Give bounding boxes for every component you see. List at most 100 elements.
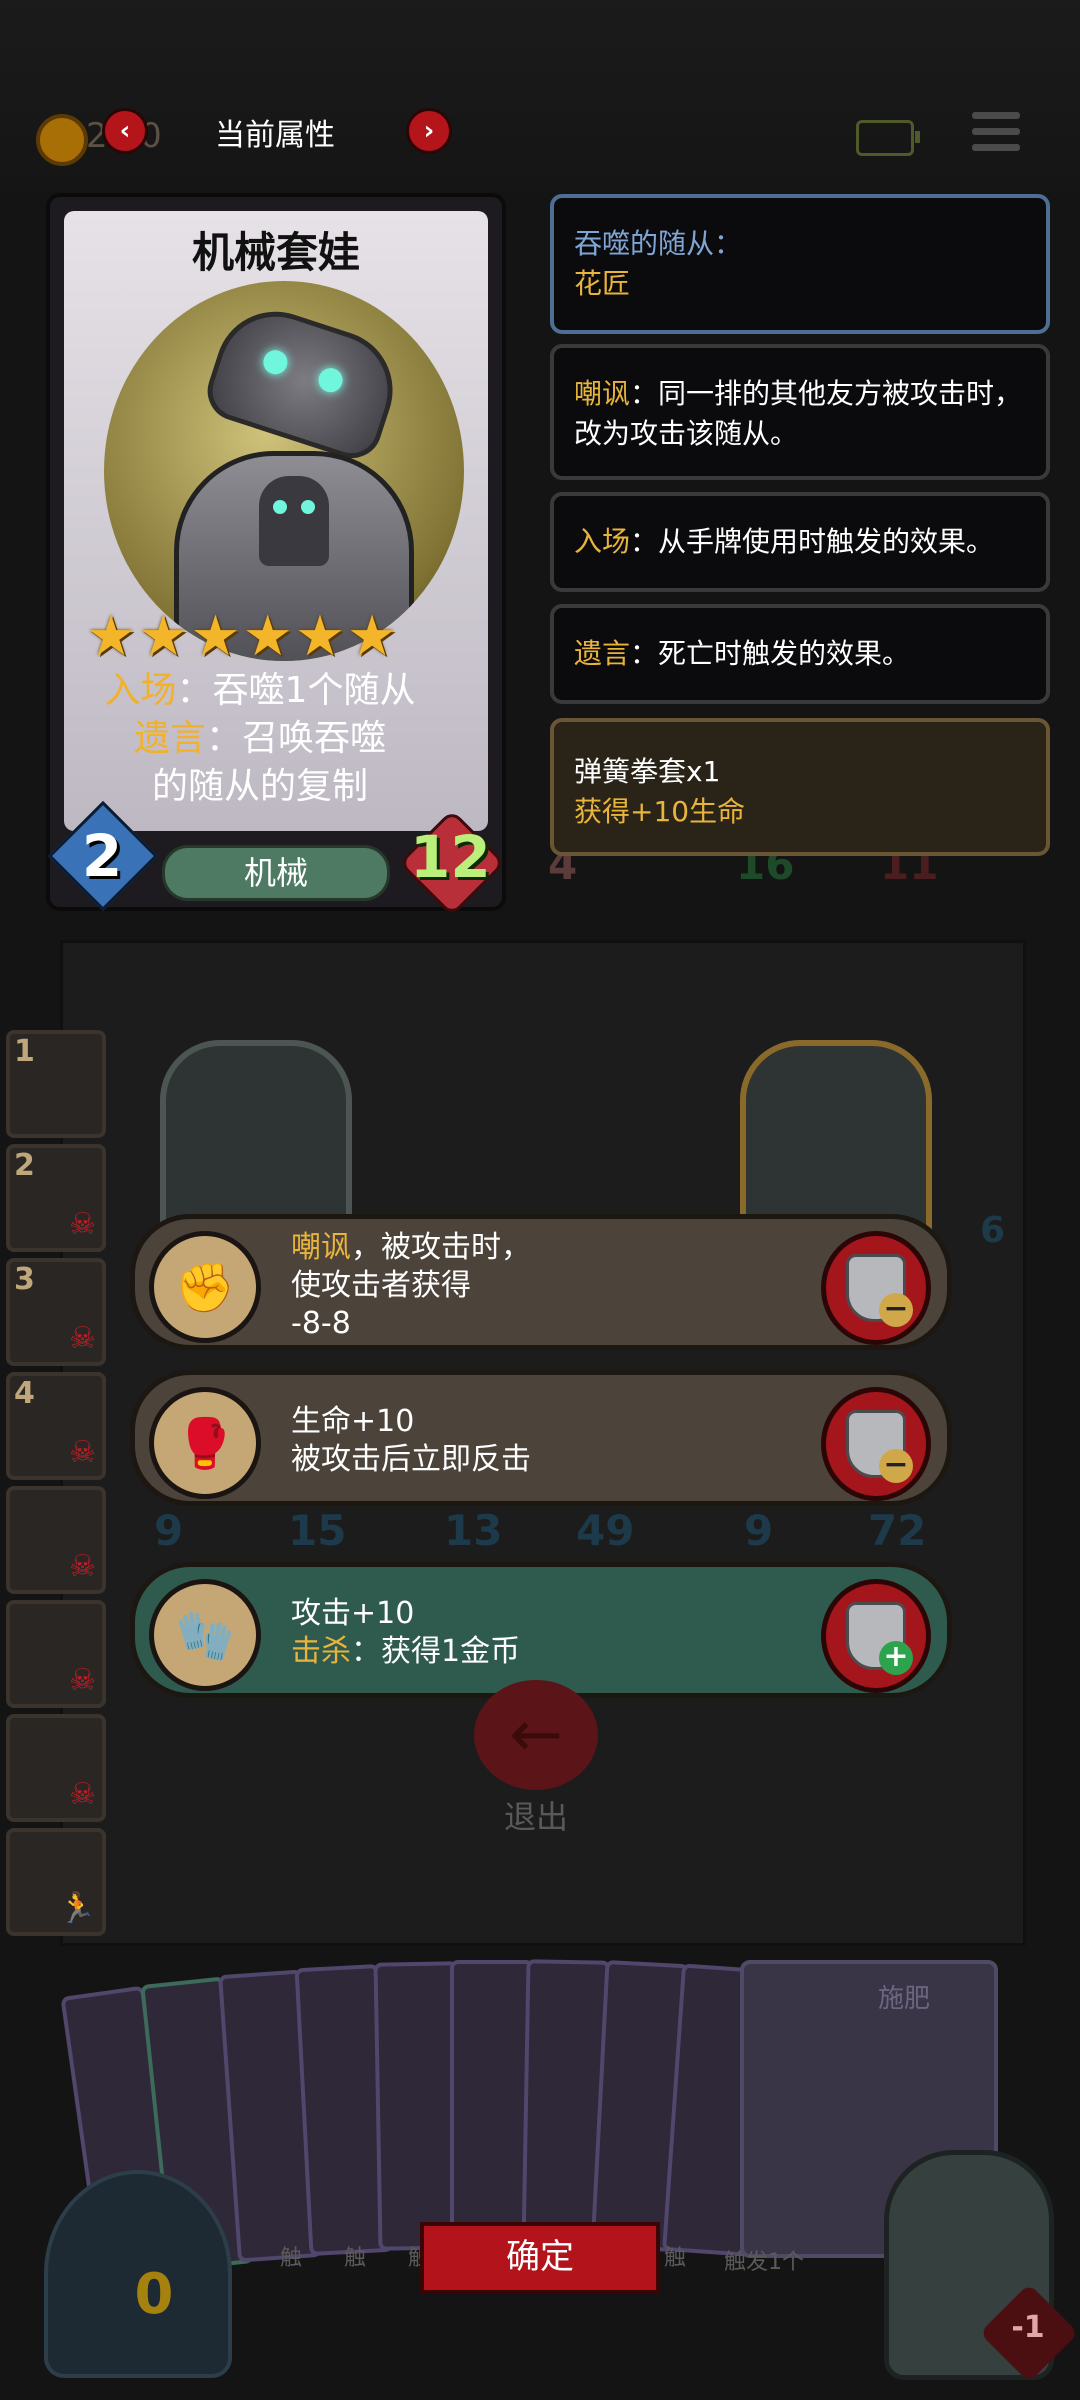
board-stat: 9 [744,1506,774,1555]
keyword: 遗言 [574,637,631,670]
spring-glove-icon: 🥊 [149,1387,261,1499]
boss-hp-value: -1 [1011,2310,1045,2345]
item-info-box: 弹簧拳套x1 获得+10生命 [550,718,1050,856]
plus-icon: + [879,1641,913,1675]
effect-line: 被攻击后立即反击 [291,1442,531,1477]
taunt-info-box: 嘲讽：同一排的其他友方被攻击时，改为攻击该随从。 [550,344,1050,480]
board-stat: 6 [980,1210,1006,1251]
run-icon: 🏃 [58,1891,96,1926]
battery-icon [856,120,920,156]
desc-text: ：召唤吞噬 [206,718,387,759]
add-effect-button[interactable]: + [821,1579,931,1693]
card-label: 触 [280,2246,303,2271]
keyword: 击杀 [291,1634,351,1669]
slot-3[interactable]: 3 ☠ [6,1258,106,1366]
next-arrow-button[interactable]: › [406,108,452,154]
deathrattle-info-box: 遗言：死亡时触发的效果。 [550,604,1050,704]
effect-line: 生命+10 [291,1404,415,1439]
skull-icon: ☠ [69,1321,96,1356]
board-stat: 15 [288,1506,347,1555]
effect-line: -8-8 [291,1306,351,1341]
prev-arrow-button[interactable]: ‹ [102,108,148,154]
skull-icon: ☠ [69,1777,96,1812]
slot-4[interactable]: 4 ☠ [6,1372,106,1480]
card-description: 入场：吞噬1个随从 遗言：召唤吞噬 的随从的复制 [70,667,450,811]
slot-2[interactable]: 2 ☠ [6,1144,106,1252]
board-stat: 72 [868,1506,927,1555]
item-effect: 获得+10生命 [574,795,746,828]
keyword: 入场 [574,525,631,558]
star-icon: ★ [86,604,137,669]
skull-icon: ☠ [69,1435,96,1470]
slot-number: 3 [14,1262,35,1297]
skull-icon: ☠ [69,1663,96,1698]
minus-icon: − [879,1449,913,1483]
attack-value: 2 [81,822,123,890]
remove-effect-button[interactable]: − [821,1387,931,1501]
star-icon: ★ [294,604,346,669]
confirm-button[interactable]: 确定 [420,2222,660,2294]
card-label: 触 [344,2246,367,2271]
effect-line: 攻击+10 [291,1596,415,1631]
exit-label: 退出 [503,1798,568,1836]
pot-value: 0 [134,2262,174,2327]
keyword: 入场 [104,670,177,711]
back-arrow-icon: ← [509,1698,563,1772]
effect-text: 生命+10 被攻击后立即反击 [291,1403,811,1479]
health-value: 12 [410,823,491,891]
remove-effect-button[interactable]: − [821,1231,931,1345]
effect-line: ，被攻击时， [351,1230,531,1265]
desc-text: 的随从的复制 [151,766,368,807]
star-icon: ★ [190,604,241,669]
page-title: 当前属性 [215,118,335,153]
shield-icon: − [846,1410,913,1483]
effect-row-spring-glove: 🥊 生命+10 被攻击后立即反击 − [130,1370,952,1506]
black-glove-icon: 🧤 [149,1579,261,1691]
effect-row-attack: 🧤 攻击+10 击杀：获得1金币 + [130,1562,952,1698]
star-icon: ★ [138,604,189,669]
effect-line: ：获得1金币 [351,1634,521,1669]
skull-icon: ☠ [69,1207,96,1242]
keyword: 遗言 [133,718,206,759]
slot-5[interactable]: ☠ [6,1486,106,1594]
keyword: 嘲讽 [291,1230,351,1265]
exit-button[interactable]: ← [474,1680,598,1790]
entry-info-box: 入场：从手牌使用时触发的效果。 [550,492,1050,592]
devoured-value: 花匠 [574,267,631,300]
slot-number: 1 [14,1034,35,1069]
robot-head-icon [199,296,409,466]
board-minion-enemy[interactable] [740,1040,932,1242]
card-label: 触发1个 [724,2250,804,2275]
desc-text: ：吞噬1个随从 [176,670,416,711]
top-bar [0,0,1080,190]
minion-type: 机械 [162,845,390,901]
devoured-label: 吞噬的随从： [574,227,743,260]
info-text: ：死亡时触发的效果。 [630,637,911,670]
slot-8[interactable]: 🏃 [6,1828,106,1936]
info-text: ：同一排的其他友方被攻击时，改为攻击该随从。 [574,377,1023,450]
item-name: 弹簧拳套x1 [574,755,721,788]
slot-1[interactable]: 1 [6,1030,106,1138]
info-text: ：从手牌使用时触发的效果。 [630,525,995,558]
shield-icon: − [846,1254,913,1327]
board-stat: 13 [444,1506,503,1555]
slot-7[interactable]: ☠ [6,1714,106,1822]
card-label: 触 [664,2246,687,2271]
minus-icon: − [879,1293,913,1327]
minion-card: 机械套娃 ★ ★ ★ ★ ★ ★ 入场：吞噬1个随从 遗言：召唤吞噬 的随从的复… [46,193,506,917]
slot-number: 2 [14,1148,35,1183]
effect-row-taunt: ✊ 嘲讽，被攻击时， 使攻击者获得 -8-8 − [130,1214,952,1350]
menu-icon[interactable] [972,112,1020,160]
board-minion-robot[interactable] [160,1040,352,1242]
effect-line: 使攻击者获得 [291,1268,471,1303]
devoured-minion-box: 吞噬的随从： 花匠 [550,194,1050,334]
card-name: 机械套娃 [191,228,360,277]
keyword: 嘲讽 [574,377,631,410]
slot-6[interactable]: ☠ [6,1600,106,1708]
slot-number: 4 [14,1376,35,1411]
board-stat: 9 [154,1506,184,1555]
skull-icon: ☠ [69,1549,96,1584]
fertilizer-title: 施肥 [877,1984,930,2014]
gold-coin-icon [36,114,88,166]
effect-text: 攻击+10 击杀：获得1金币 [291,1595,811,1671]
